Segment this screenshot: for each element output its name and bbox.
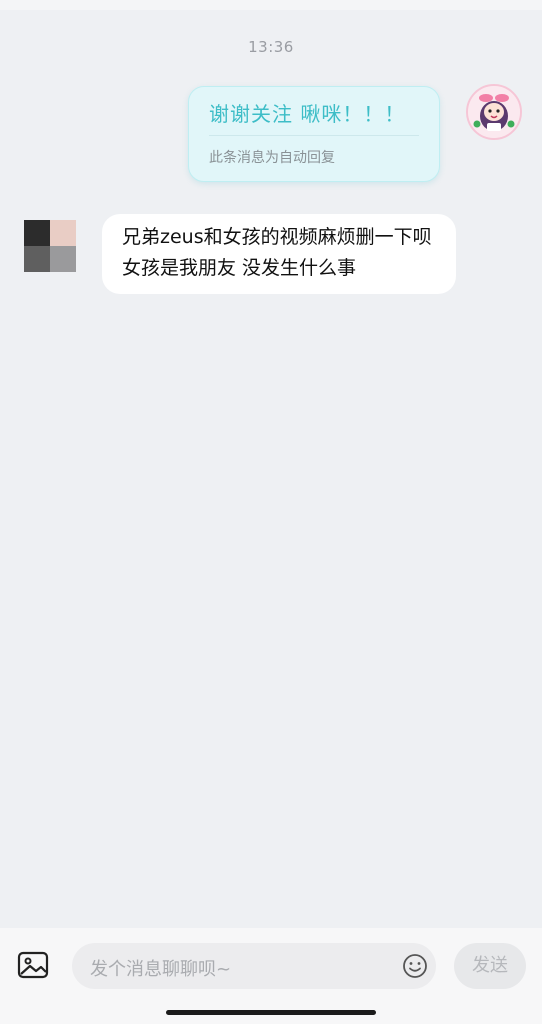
auto-reply-text: 谢谢关注 啾咪！！！ — [209, 102, 406, 126]
auto-reply-bubble[interactable]: 谢谢关注 啾咪！！！ 此条消息为自动回复 — [188, 86, 440, 182]
image-icon — [17, 951, 49, 979]
message-input[interactable]: 发个消息聊聊呗~ — [72, 943, 436, 989]
top-strip — [0, 0, 542, 10]
avatar-pixel — [50, 246, 76, 272]
message-timestamp: 13:36 — [248, 38, 294, 56]
emoji-button[interactable] — [400, 951, 430, 981]
contact-avatar[interactable] — [24, 220, 76, 272]
avatar-pixel — [50, 220, 76, 246]
auto-reply-divider — [209, 135, 419, 136]
message-input-placeholder: 发个消息聊聊呗~ — [90, 959, 232, 980]
avatar-pixel — [24, 246, 50, 272]
home-indicator[interactable] — [166, 1010, 376, 1015]
incoming-message-bubble[interactable]: 兄弟zeus和女孩的视频麻烦删一下呗 女孩是我朋友 没发生什么事 — [102, 214, 456, 294]
auto-reply-note: 此条消息为自动回复 — [209, 150, 335, 166]
image-button[interactable] — [16, 948, 50, 982]
avatar-pixel — [24, 220, 50, 246]
self-avatar[interactable] — [466, 84, 522, 140]
emoji-icon — [403, 954, 427, 978]
avatar-character-icon — [468, 86, 520, 138]
send-button[interactable]: 发送 — [454, 943, 526, 989]
